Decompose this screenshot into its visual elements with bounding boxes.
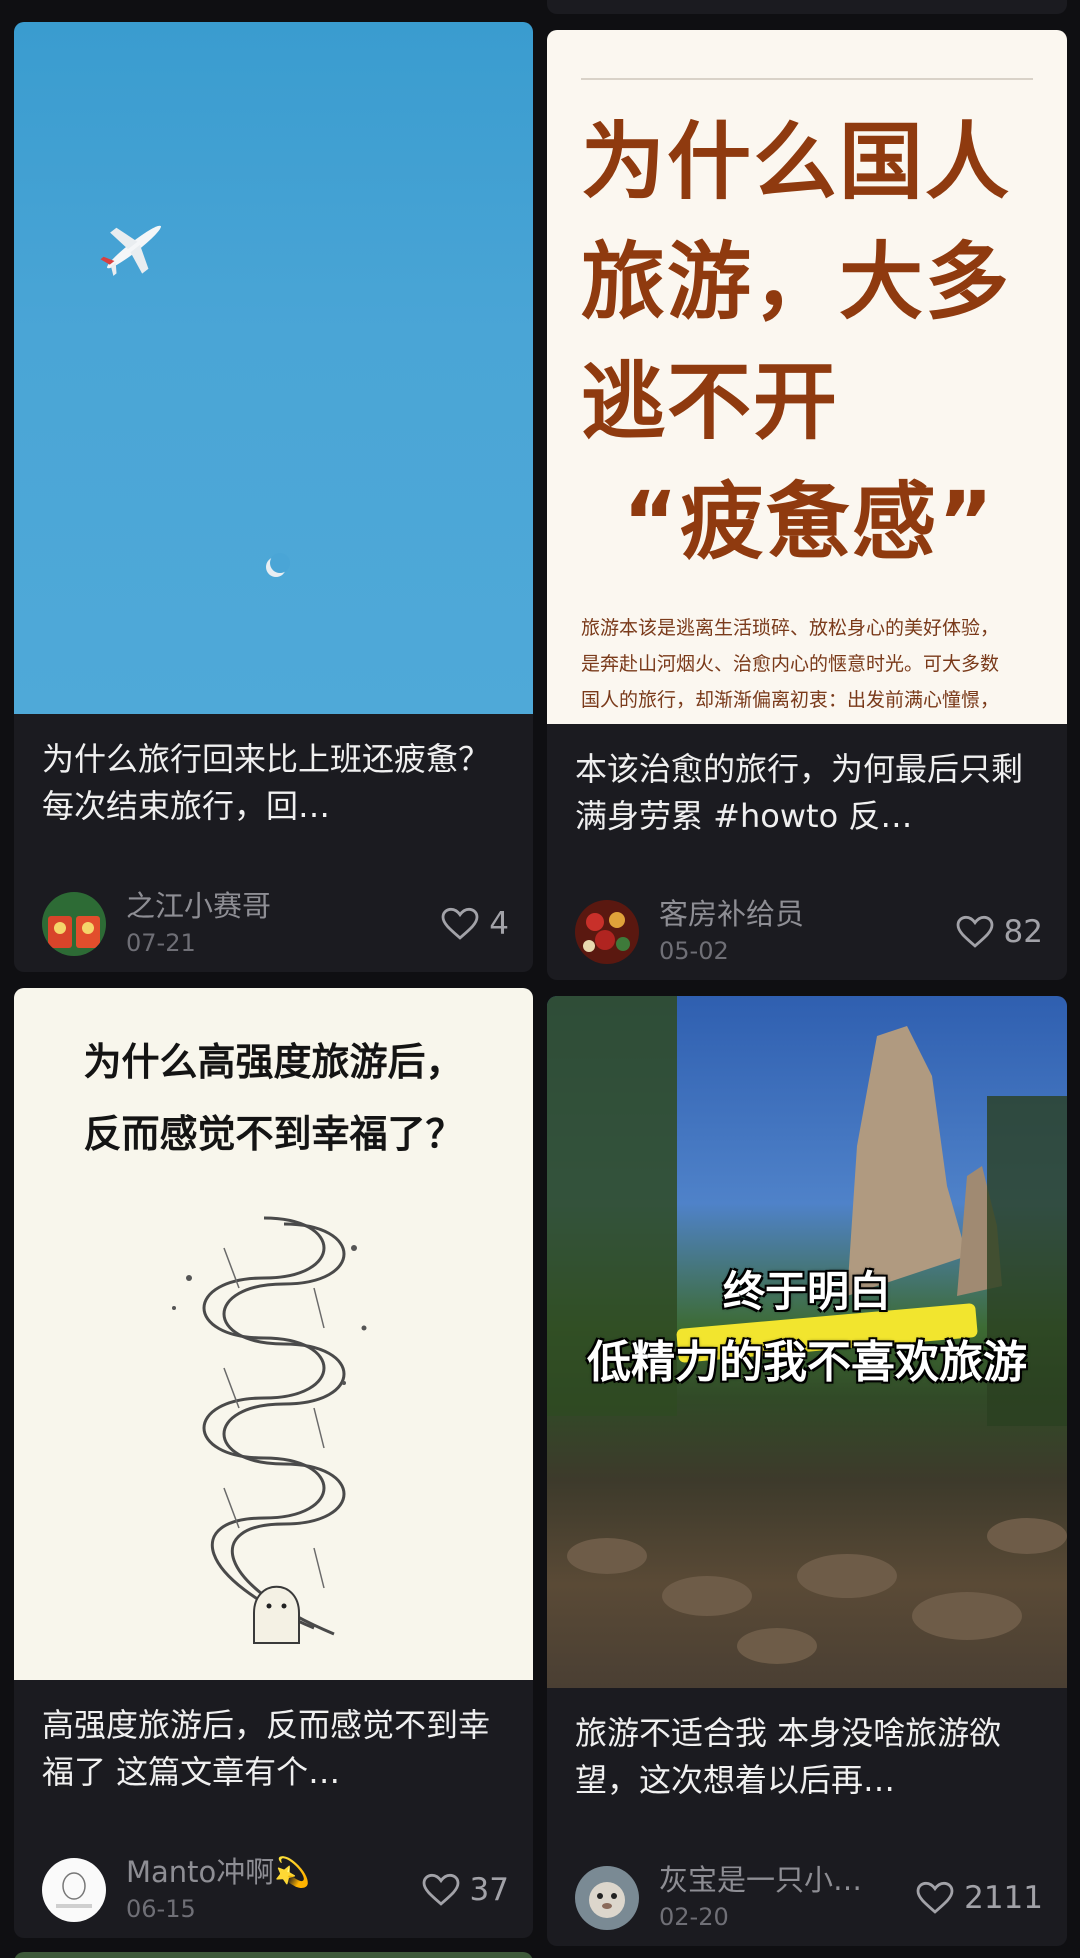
note-feed: 为什么旅行回来比上班还疲惫？ 每次结束旅行，回… 之江小赛哥 07-21 4 为… <box>0 0 1080 1958</box>
note-card[interactable]: 为什么高强度旅游后， 反而感觉不到幸福了？ 高强度旅游后，反而感觉不到幸福了 这… <box>14 988 533 1938</box>
like-count: 2111 <box>964 1880 1043 1916</box>
cover-image-sky[interactable] <box>14 22 533 714</box>
cover-body-line: 国人的旅行，却渐渐偏离初衷：出发前满心憧憬， <box>581 689 1000 711</box>
cover-headline: 为什么国人 旅游，大多 逃不开 “疲惫感” <box>581 102 1037 582</box>
note-card[interactable]: 为什么旅行回来比上班还疲惫？ 每次结束旅行，回… 之江小赛哥 07-21 4 <box>14 22 533 972</box>
airplane-moon-illustration <box>100 225 290 577</box>
note-title[interactable]: 旅游不适合我 本身没啥旅游欲望，这次想着以后再… <box>547 1688 1067 1804</box>
author-name[interactable]: 灰宝是一只小… <box>659 1862 862 1898</box>
heart-outline-icon <box>916 1881 954 1915</box>
note-title[interactable]: 高强度旅游后，反而感觉不到幸福了 这篇文章有个… <box>14 1680 533 1796</box>
cover-caption-line: 低精力的我不喜欢旅游 <box>587 1337 1027 1388</box>
cover-headline-line: “疲惫感” <box>581 462 1037 582</box>
spiral-staircase-illustration <box>172 1216 367 1644</box>
like-button[interactable]: 37 <box>422 1872 509 1908</box>
post-date: 02-20 <box>659 1903 729 1931</box>
cover-image-mountain-stream[interactable]: 终于明白 低精力的我不喜欢旅游 <box>547 996 1067 1688</box>
avatar[interactable] <box>42 892 106 956</box>
note-meta: 客房补给员 05-02 82 <box>575 896 1043 966</box>
note-card[interactable] <box>547 0 1067 14</box>
like-button[interactable]: 4 <box>441 906 509 942</box>
cover-body-line: 是奔赴山河烟火、治愈内心的惬意时光。可大多数 <box>581 653 1000 675</box>
note-card[interactable] <box>14 1952 533 1958</box>
note-card[interactable]: 为什么国人 旅游，大多 逃不开 “疲惫感” 旅游本该是逃离生活琐碎、放松身心的美… <box>547 30 1067 980</box>
note-meta: 之江小赛哥 07-21 4 <box>42 888 509 958</box>
heart-outline-icon <box>956 915 994 949</box>
heart-outline-icon <box>441 907 479 941</box>
note-card[interactable]: 终于明白 低精力的我不喜欢旅游 旅游不适合我 本身没啥旅游欲望，这次想着以后再…… <box>547 996 1067 1946</box>
author-name[interactable]: Manto冲啊💫 <box>126 1854 310 1890</box>
cover-image-text-poster[interactable]: 为什么国人 旅游，大多 逃不开 “疲惫感” 旅游本该是逃离生活琐碎、放松身心的美… <box>547 30 1067 724</box>
author-name[interactable]: 之江小赛哥 <box>126 888 271 924</box>
like-count: 37 <box>469 1872 509 1908</box>
avatar[interactable] <box>575 1866 639 1930</box>
avatar[interactable] <box>42 1858 106 1922</box>
note-title[interactable]: 本该治愈的旅行，为何最后只剩满身劳累 #howto 反… <box>547 724 1067 840</box>
note-title[interactable]: 为什么旅行回来比上班还疲惫？ 每次结束旅行，回… <box>14 714 533 830</box>
cover-headline-line: 逃不开 <box>581 342 1037 462</box>
cover-headline-line: 为什么国人 <box>581 102 1037 222</box>
like-button[interactable]: 82 <box>956 914 1043 950</box>
cover-caption-line: 终于明白 <box>722 1267 891 1316</box>
divider <box>581 78 1033 80</box>
like-button[interactable]: 2111 <box>916 1880 1043 1916</box>
note-meta: Manto冲啊💫 06-15 37 <box>42 1854 509 1924</box>
like-count: 82 <box>1003 914 1043 950</box>
like-count: 4 <box>489 906 509 942</box>
cover-body-text: 旅游本该是逃离生活琐碎、放松身心的美好体验， 是奔赴山河烟火、治愈内心的惬意时光… <box>581 610 1033 718</box>
post-date: 07-21 <box>126 929 196 957</box>
cover-image-staircase[interactable]: 为什么高强度旅游后， 反而感觉不到幸福了？ <box>14 988 533 1680</box>
cover-headline-line: 旅游，大多 <box>581 222 1037 342</box>
avatar[interactable] <box>575 900 639 964</box>
ghost-character <box>253 1585 300 1644</box>
author-name[interactable]: 客房补给员 <box>659 896 804 932</box>
post-date: 05-02 <box>659 937 729 965</box>
cover-image-partial[interactable] <box>14 1952 533 1958</box>
post-date: 06-15 <box>126 1895 196 1923</box>
cover-body-line: 旅游本该是逃离生活琐碎、放松身心的美好体验， <box>581 617 1000 639</box>
heart-outline-icon <box>422 1873 460 1907</box>
note-meta: 灰宝是一只小… 02-20 2111 <box>575 1862 1043 1932</box>
